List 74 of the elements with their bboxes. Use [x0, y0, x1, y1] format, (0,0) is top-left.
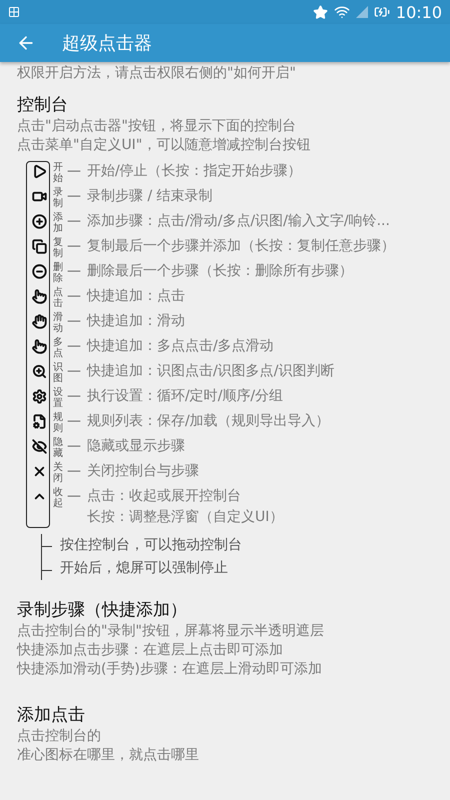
legend-text: 快捷追加：多点点击/多点滑动	[87, 337, 274, 356]
eye-off-icon	[32, 439, 46, 454]
legend-text: 点击：收起或展开控制台	[87, 487, 242, 506]
legend-text: 规则列表：保存/加载（规则导出导入）	[87, 412, 330, 431]
intro-text: 权限开启方法，请点击权限右侧的"如何开启"	[17, 64, 297, 83]
icon-caption: 设置	[53, 387, 63, 409]
settings-icon	[32, 389, 46, 404]
description-text: 准心图标在哪里，就点击哪里	[17, 746, 200, 765]
dash-text: —	[67, 288, 81, 304]
description-text: 快捷添加点击步骤：在遮层上点击即可添加	[17, 641, 284, 660]
hand-icon	[32, 314, 46, 329]
plus-circle-icon	[32, 214, 46, 229]
legend-text: 添加步骤：点击/滑动/多点/识图/输入文字/响铃...	[87, 212, 390, 231]
icon-caption: 删除	[53, 262, 63, 284]
legend-text: 快捷追加：点击	[87, 287, 185, 306]
dash-text: —	[67, 213, 81, 229]
icon-caption: 关闭	[53, 462, 63, 484]
minus-circle-icon	[32, 264, 46, 279]
dash-text: —	[67, 363, 81, 379]
dash-text: —	[67, 188, 81, 204]
section-heading: 添加点击	[17, 704, 86, 727]
legend-text: 快捷追加：滑动	[87, 312, 185, 331]
no-signal-icon	[356, 6, 368, 18]
dash-text: —	[67, 238, 81, 254]
legend-text: 录制步骤 / 结束录制	[87, 187, 213, 206]
dash-text: —	[67, 163, 81, 179]
play-icon	[32, 164, 46, 179]
dash-text: —	[67, 413, 81, 429]
icon-caption: 开始	[53, 162, 63, 184]
camera-icon	[32, 189, 46, 204]
wifi-icon	[334, 4, 350, 20]
description-text: 点击控制台的"录制"按钮，屏幕将显示半透明遮层	[17, 622, 325, 641]
legend-text: 隐藏或显示步骤	[87, 437, 185, 456]
dash-text: —	[67, 388, 81, 404]
legend-text: 开始/停止（长按：指定开始步骤）	[87, 162, 302, 181]
description-text: 点击菜单"自定义UI"，可以随意增减控制台按钮	[17, 136, 312, 155]
icon-caption: 识图	[53, 362, 63, 384]
icon-caption: 添加	[53, 212, 63, 234]
file-gear-icon	[32, 414, 46, 429]
icon-caption: 录制	[53, 187, 63, 209]
notification-icon	[8, 6, 20, 18]
app-title: 超级点击器	[62, 32, 152, 55]
pointer-hand-icon	[32, 339, 46, 354]
icon-caption: 多点	[53, 337, 63, 359]
pointer-hand-icon	[32, 289, 46, 304]
legend-text: 关闭控制台与步骤	[87, 462, 199, 481]
icon-caption: 滑动	[53, 312, 63, 334]
description-text: 点击控制台的	[17, 727, 102, 746]
copy-icon	[32, 239, 46, 254]
star-icon	[312, 4, 328, 20]
dash-text: —	[67, 263, 81, 279]
legend-text: 长按：调整悬浮窗（自定义UI）	[87, 508, 284, 527]
icon-caption: 隐藏	[53, 437, 63, 459]
legend-text: 执行设置：循环/定时/顺序/分组	[87, 387, 284, 406]
note-text: 按住控制台，可以拖动控制台	[60, 536, 242, 555]
icon-caption: 点击	[53, 287, 63, 309]
dash-text: —	[67, 438, 81, 454]
dash-text: —	[67, 338, 81, 354]
description-text: 快捷添加滑动(手势)步骤：在遮层上滑动即可添加	[17, 660, 323, 679]
icon-caption: 复制	[53, 237, 63, 259]
note-text: 开始后，熄屏可以强制停止	[60, 559, 229, 578]
dash-text: —	[67, 313, 81, 329]
icon-caption: 收起	[53, 487, 63, 509]
description-text: 点击"启动点击器"按钮，将显示下面的控制台	[17, 117, 297, 136]
icon-caption: 规则	[53, 412, 63, 434]
status-time: 10:10	[396, 2, 442, 22]
legend-text: 复制最后一个步骤并添加（长按：复制任意步骤）	[87, 237, 395, 256]
legend-text: 快捷追加：识图点击/识图多点/识图判断	[87, 362, 334, 381]
section-heading: 录制步骤（快捷添加）	[17, 599, 188, 622]
zoom-icon	[32, 364, 46, 379]
dash-text: —	[67, 463, 81, 479]
legend-text: 删除最后一个步骤（长按：删除所有步骤）	[87, 262, 353, 281]
section-heading: 控制台	[17, 94, 69, 117]
dash-text: —	[67, 488, 81, 504]
